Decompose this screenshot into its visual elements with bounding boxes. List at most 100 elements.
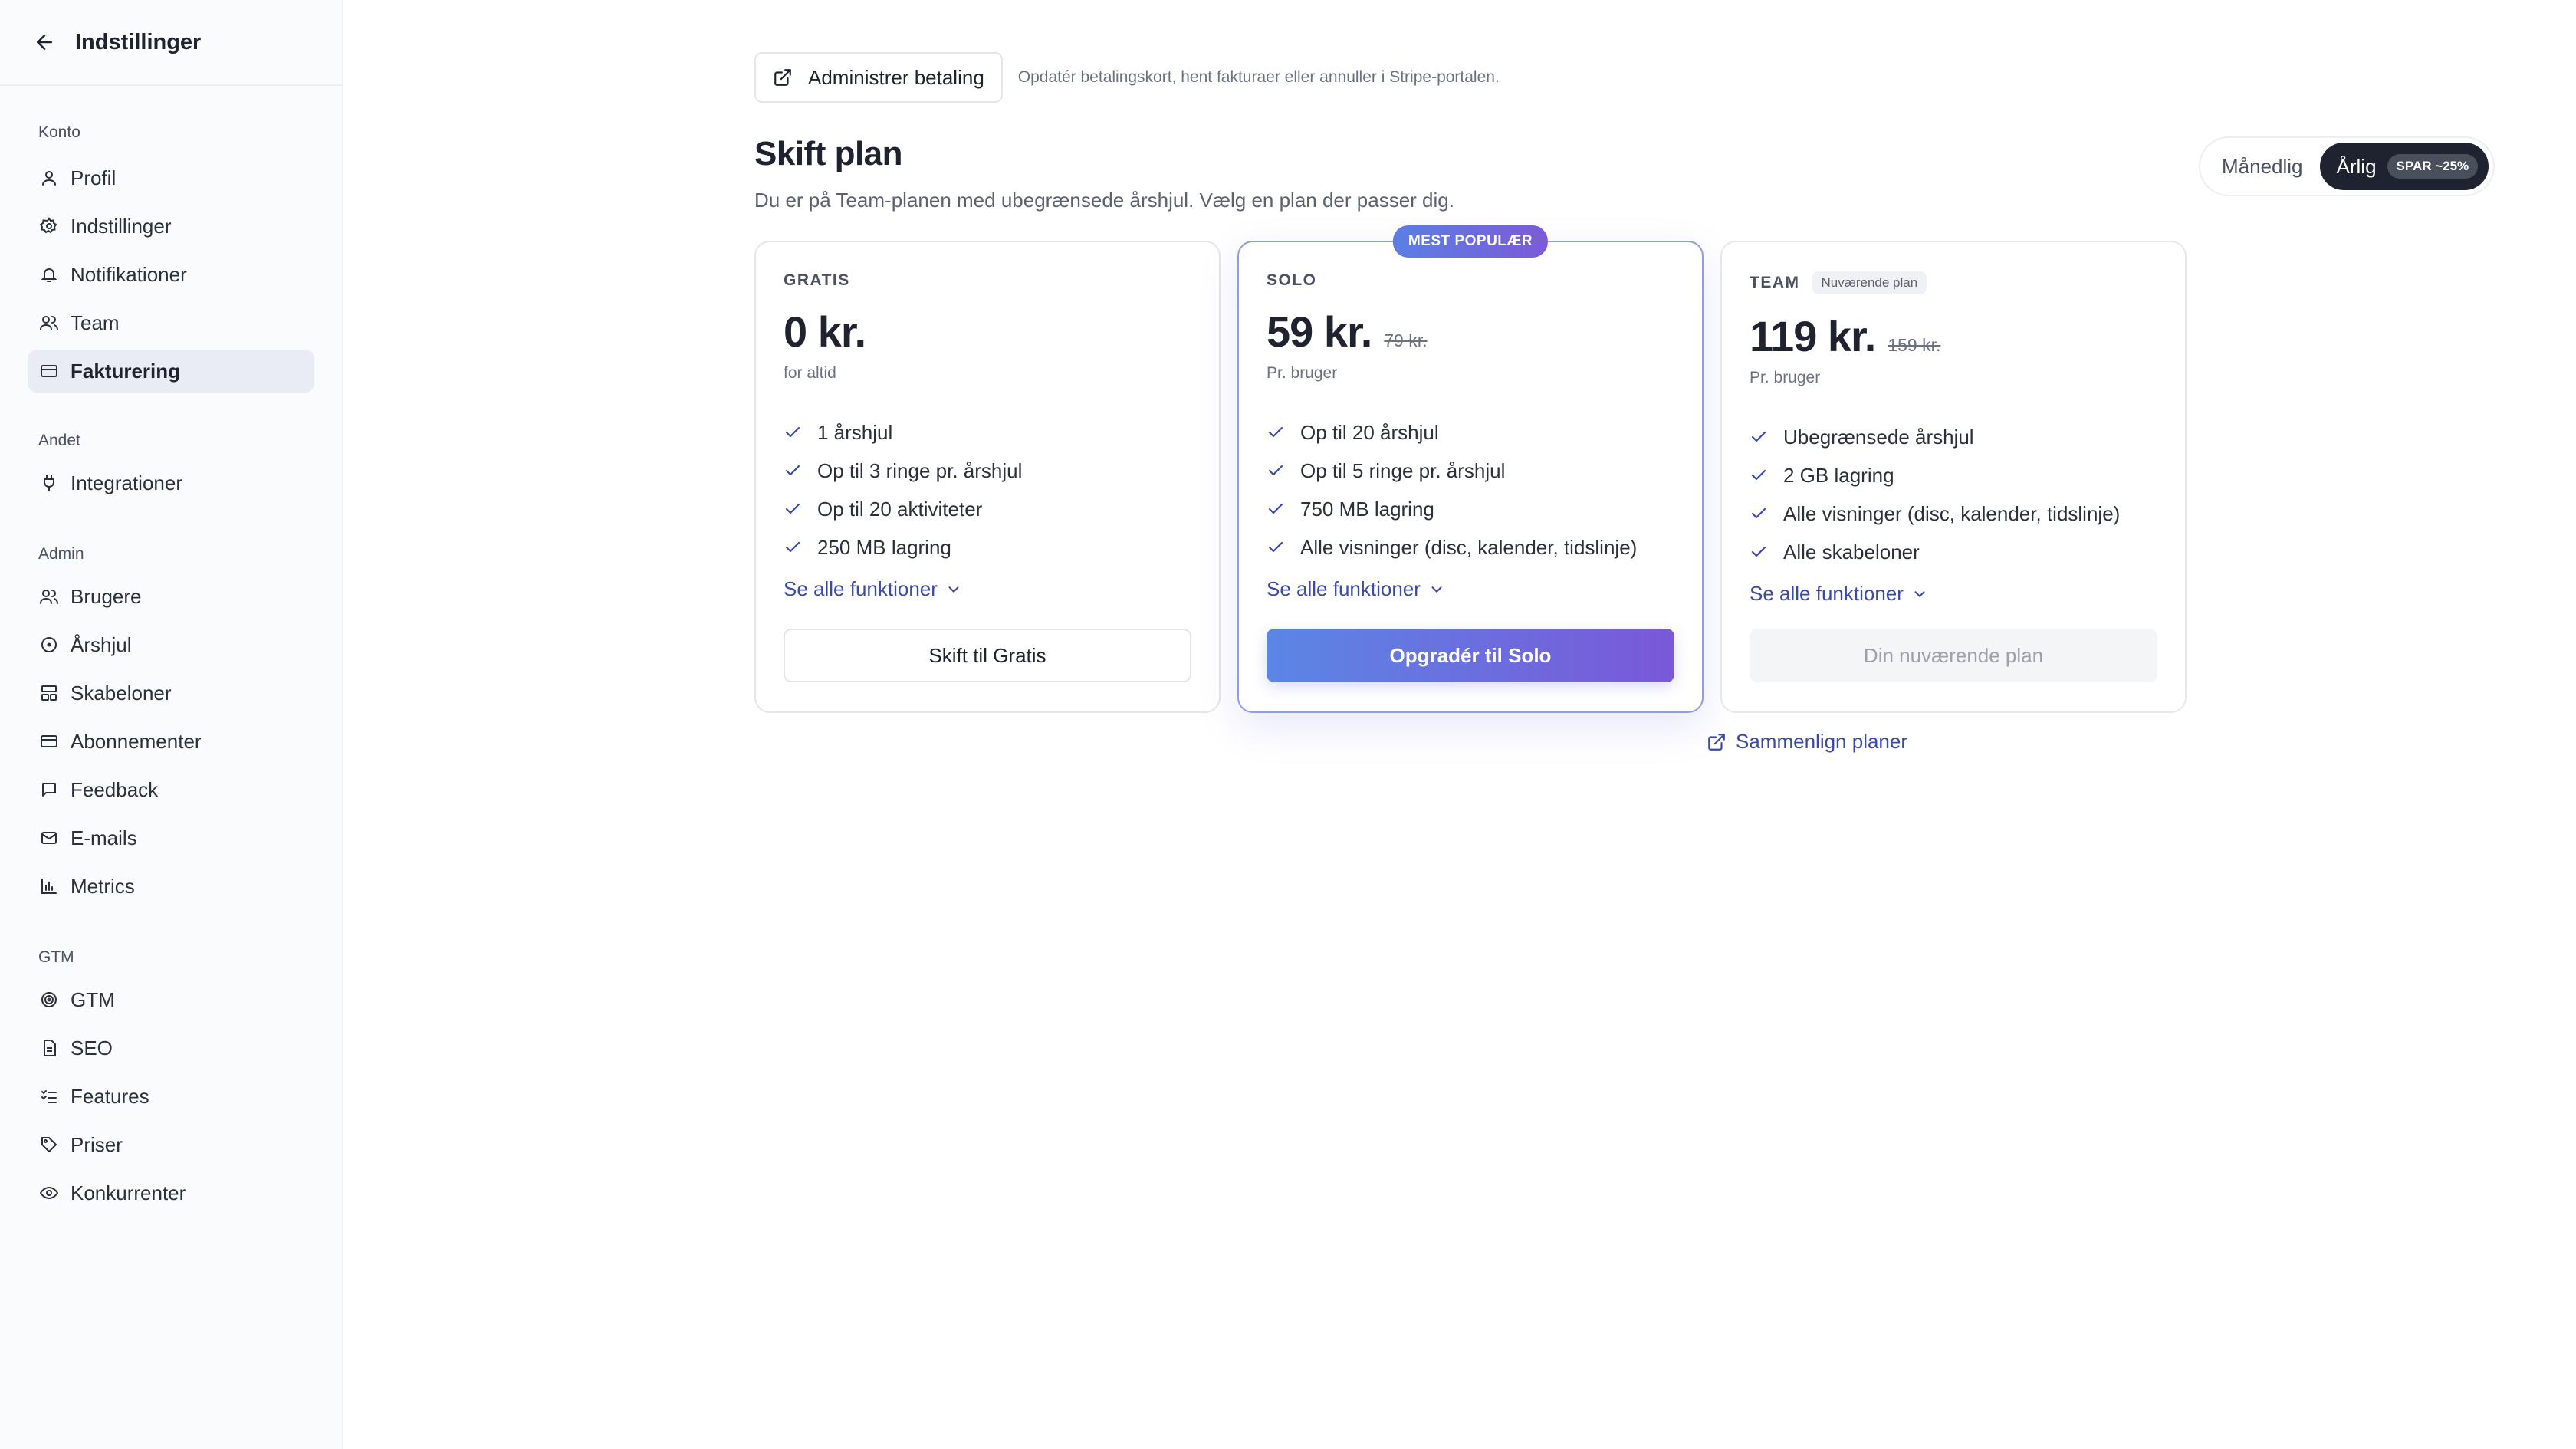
sidebar-item-abonnementer[interactable]: Abonnementer xyxy=(28,720,314,763)
sidebar-item-label: E-mails xyxy=(71,826,137,849)
plan-price: 119 kr. xyxy=(1750,312,1876,360)
feature-text: Op til 20 årshjul xyxy=(1300,420,1439,444)
upgrade-to-solo-button[interactable]: Opgradér til Solo xyxy=(1267,629,1674,682)
sidebar-item-feedback[interactable]: Feedback xyxy=(28,768,314,811)
gear-icon xyxy=(38,215,60,237)
sidebar-item-metrics[interactable]: Metrics xyxy=(28,865,314,908)
sidebar-item-label: Profil xyxy=(71,166,117,189)
see-all-features-link[interactable]: Se alle funktioner xyxy=(1267,577,1674,601)
page-title: Skift plan xyxy=(754,135,903,172)
check-icon xyxy=(1267,500,1285,518)
feature-item: 250 MB lagring xyxy=(784,528,1191,567)
feature-item: Op til 3 ringe pr. årshjul xyxy=(784,452,1191,490)
credit-card-icon xyxy=(38,360,60,382)
sidebar-item-label: Feedback xyxy=(71,777,159,801)
sidebar-item-skabeloner[interactable]: Skabeloner xyxy=(28,672,314,715)
feature-item: 1 årshjul xyxy=(784,413,1191,452)
sidebar-item-integrationer[interactable]: Integrationer xyxy=(28,462,314,504)
page-subtitle: Du er på Team-planen med ubegrænsede års… xyxy=(754,189,1454,212)
checklist-icon xyxy=(38,1086,60,1107)
see-all-label: Se alle funktioner xyxy=(784,577,938,600)
sidebar-item-team[interactable]: Team xyxy=(28,301,314,344)
bar-chart-icon xyxy=(38,876,60,897)
settings-sidebar: Indstillinger Konto Profil Indstillinger… xyxy=(0,0,343,1449)
sidebar-item-label: Priser xyxy=(71,1132,123,1156)
plans-header: Skift plan Du er på Team-planen med ubeg… xyxy=(754,135,1454,212)
check-icon xyxy=(1750,428,1768,446)
bell-icon xyxy=(38,264,60,285)
feature-text: Alle visninger (disc, kalender, tidslinj… xyxy=(1300,535,1638,559)
external-link-icon xyxy=(773,67,793,87)
plan-card-solo: MEST POPULÆR SOLO 59 kr. 79 kr. Pr. brug… xyxy=(1237,225,1704,713)
sidebar-item-label: Metrics xyxy=(71,874,135,898)
sidebar-item-indstillinger[interactable]: Indstillinger xyxy=(28,205,314,248)
users-icon xyxy=(38,312,60,334)
sidebar-item-gtm[interactable]: GTM xyxy=(28,978,314,1021)
chevron-down-icon xyxy=(1911,586,1928,603)
sidebar-item-label: Skabeloner xyxy=(71,681,172,705)
sidebar-item-label: Indstillinger xyxy=(71,214,172,238)
external-link-icon xyxy=(1707,732,1727,752)
check-icon xyxy=(1750,543,1768,561)
sidebar-item-label: Årshjul xyxy=(71,632,132,656)
plan-name-text: GRATIS xyxy=(784,271,850,289)
savings-badge: SPAR ~25% xyxy=(2387,154,2479,179)
sidebar-item-label: Notifikationer xyxy=(71,262,187,286)
plan-card-gratis: GRATIS 0 kr. for altid 1 årshjul Op til … xyxy=(754,241,1221,713)
yearly-toggle-option[interactable]: Årlig SPAR ~25% xyxy=(2319,143,2489,190)
feature-item: 750 MB lagring xyxy=(1267,490,1674,528)
layout-icon xyxy=(38,682,60,704)
price-unit: for altid xyxy=(784,364,836,382)
sidebar-section-konto: Konto Profil Indstillinger Notifikatione… xyxy=(0,121,342,393)
section-label: Admin xyxy=(38,545,84,563)
sidebar-item-brugere[interactable]: Brugere xyxy=(28,575,314,618)
check-icon xyxy=(1750,466,1768,485)
feature-item: Op til 20 aktiviteter xyxy=(784,490,1191,528)
message-icon xyxy=(38,779,60,800)
sidebar-item-label: Integrationer xyxy=(71,471,182,495)
price-unit: Pr. bruger xyxy=(1750,369,1821,386)
see-all-features-link[interactable]: Se alle funktioner xyxy=(784,577,1191,601)
target-icon xyxy=(38,989,60,1010)
feature-item: Op til 5 ringe pr. årshjul xyxy=(1267,452,1674,490)
sidebar-item-label: Konkurrenter xyxy=(71,1181,186,1204)
compare-plans-link[interactable]: Sammenlign planer xyxy=(1707,730,1907,754)
plan-name: SOLO xyxy=(1267,271,1674,290)
sidebar-item-seo[interactable]: SEO xyxy=(28,1027,314,1070)
price-row: 119 kr. 159 kr. xyxy=(1750,311,2157,361)
feature-item: Alle skabeloner xyxy=(1750,533,2157,571)
see-all-features-link[interactable]: Se alle funktioner xyxy=(1750,582,2157,606)
plan-name-text: TEAM xyxy=(1750,274,1800,291)
check-icon xyxy=(784,538,802,557)
back-arrow-icon[interactable] xyxy=(31,28,58,56)
feature-text: Ubegrænsede årshjul xyxy=(1783,425,1974,449)
see-all-label: Se alle funktioner xyxy=(1750,582,1904,605)
check-icon xyxy=(1267,538,1285,557)
sidebar-item-e-mails[interactable]: E-mails xyxy=(28,816,314,859)
sidebar-item-fakturering[interactable]: Fakturering xyxy=(28,350,314,393)
check-icon xyxy=(784,423,802,442)
feature-text: 2 GB lagring xyxy=(1783,463,1894,487)
sidebar-section-andet: Andet Integrationer xyxy=(0,429,342,504)
chevron-down-icon xyxy=(945,581,962,598)
sidebar-item-priser[interactable]: Priser xyxy=(28,1123,314,1166)
section-label: GTM xyxy=(38,948,74,966)
sidebar-item-profil[interactable]: Profil xyxy=(28,156,314,199)
check-icon xyxy=(1267,462,1285,480)
section-label: Andet xyxy=(38,432,80,449)
manage-billing-button[interactable]: Administrer betaling xyxy=(754,52,1003,103)
billing-period-toggle: Månedlig Årlig SPAR ~25% xyxy=(2199,136,2496,196)
chevron-down-icon xyxy=(1428,581,1445,598)
sidebar-item-notifikationer[interactable]: Notifikationer xyxy=(28,253,314,296)
monthly-toggle-option[interactable]: Månedlig xyxy=(2205,143,2320,190)
switch-to-gratis-button[interactable]: Skift til Gratis xyxy=(784,629,1191,682)
price-row: 0 kr. xyxy=(784,307,1191,356)
most-popular-badge: MEST POPULÆR xyxy=(1392,225,1549,258)
sidebar-item-label: SEO xyxy=(71,1036,113,1060)
file-icon xyxy=(38,1037,60,1059)
section-label: Konto xyxy=(38,123,80,141)
sidebar-item-arshjul[interactable]: Årshjul xyxy=(28,623,314,666)
sidebar-item-konkurrenter[interactable]: Konkurrenter xyxy=(28,1171,314,1214)
plan-name-text: SOLO xyxy=(1267,271,1317,289)
sidebar-item-features[interactable]: Features xyxy=(28,1075,314,1118)
